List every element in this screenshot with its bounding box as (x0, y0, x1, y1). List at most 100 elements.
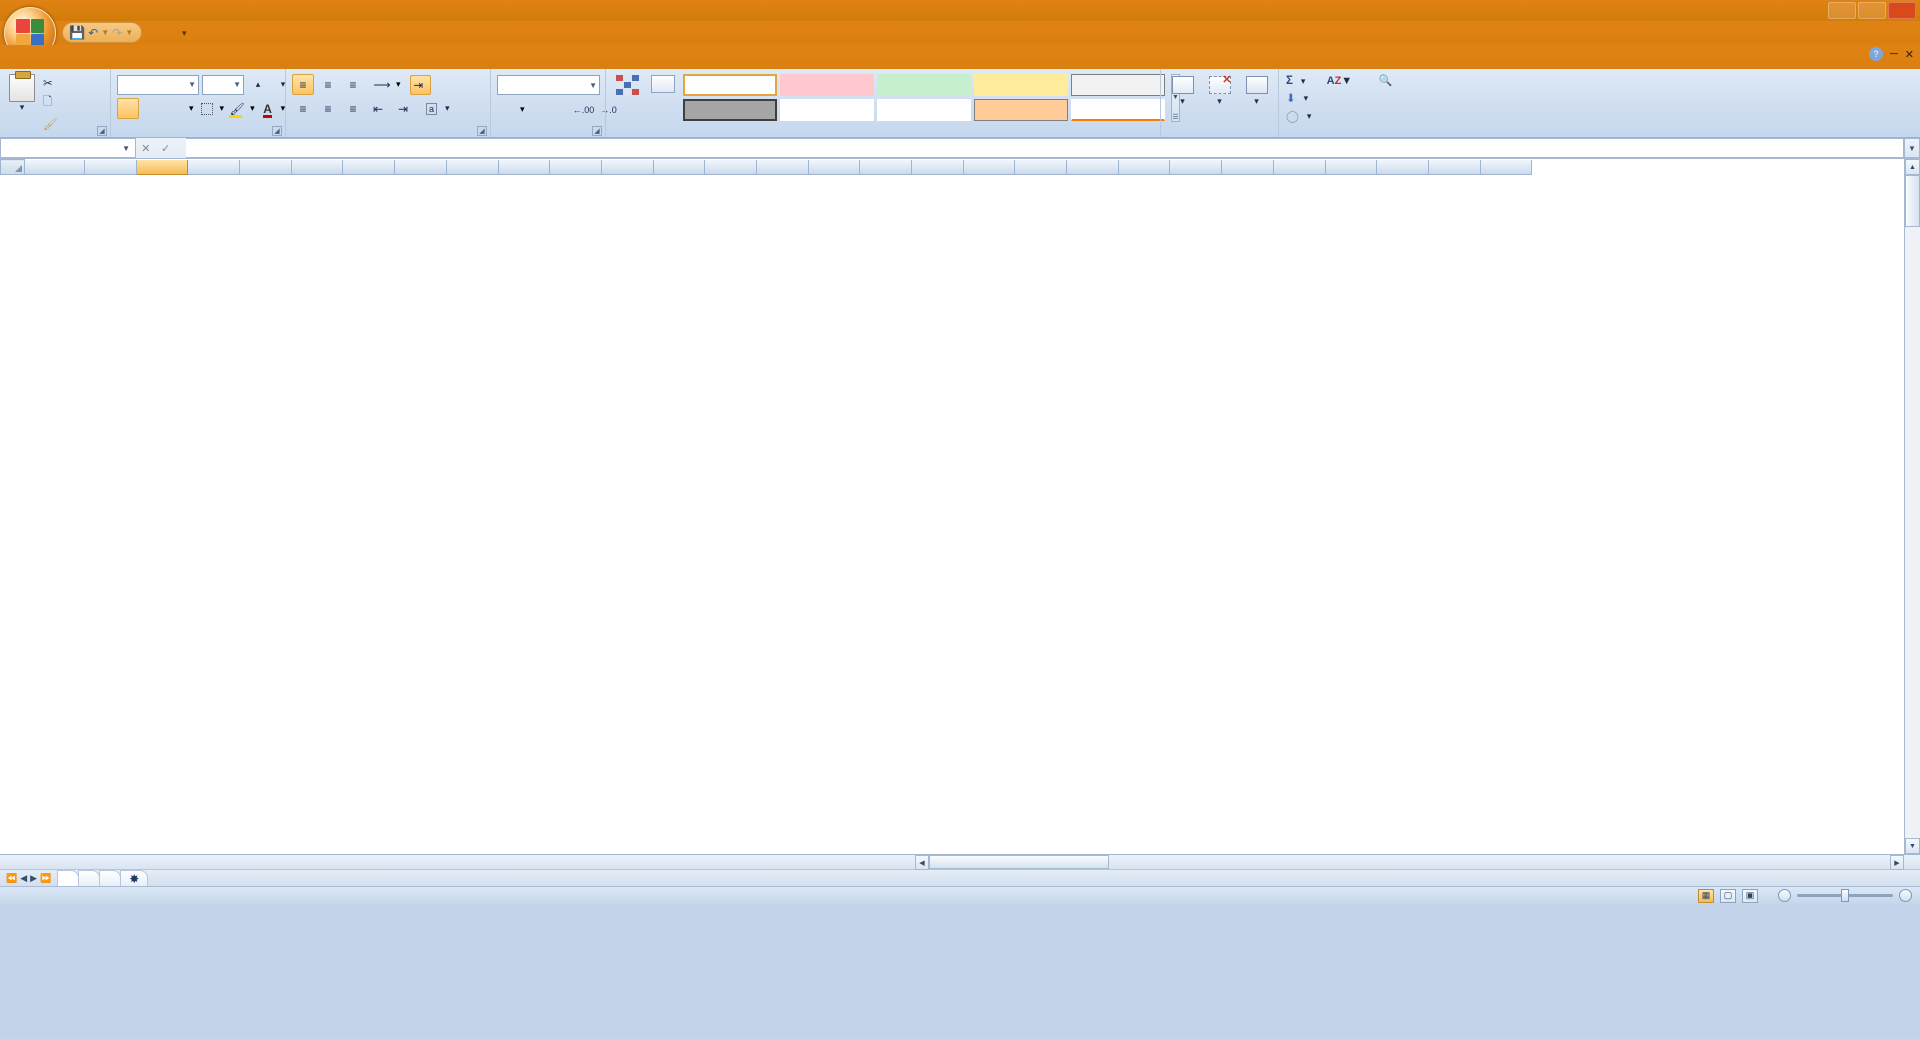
close-button[interactable] (1888, 2, 1916, 19)
column-header-h[interactable] (395, 160, 447, 175)
cell-style-normal[interactable] (683, 74, 777, 96)
orientation-dropdown-icon[interactable]: ▾ (396, 79, 401, 90)
formula-input[interactable] (186, 138, 1904, 158)
clear-dropdown-icon[interactable]: ▾ (1307, 111, 1312, 122)
save-icon[interactable]: 💾 (69, 25, 85, 41)
accounting-dropdown-icon[interactable]: ▾ (520, 104, 525, 115)
increase-indent-button[interactable]: ⇥ (392, 98, 414, 119)
column-header-q[interactable] (860, 160, 912, 175)
column-header-z[interactable] (1325, 160, 1377, 175)
font-name-combo[interactable]: ▼ (117, 75, 199, 95)
cell-style-calculation[interactable] (1071, 74, 1165, 96)
page-layout-view-icon[interactable]: ▢ (1720, 889, 1736, 903)
cell-style-hyperlink[interactable] (877, 99, 971, 121)
column-header-n[interactable] (705, 160, 757, 175)
number-format-combo[interactable]: ▼ (497, 75, 600, 95)
comma-style-button[interactable] (549, 99, 571, 120)
column-header-r[interactable] (912, 160, 964, 175)
sheet-tab-sheet2[interactable] (78, 870, 100, 886)
bold-button[interactable] (117, 98, 139, 119)
column-header-t[interactable] (1015, 160, 1067, 175)
horizontal-scroll-thumb[interactable] (929, 855, 1109, 869)
borders-button[interactable] (196, 98, 218, 119)
insert-cells-button[interactable]: ▾ (1165, 75, 1200, 107)
font-size-combo[interactable]: ▼ (202, 75, 244, 95)
paste-button[interactable]: ▾ (4, 73, 40, 113)
cell-style-neutral[interactable] (974, 74, 1068, 96)
last-sheet-icon[interactable]: ⏩ (40, 873, 51, 884)
accounting-format-button[interactable] (497, 99, 519, 120)
column-header-k[interactable] (550, 160, 602, 175)
format-as-table-button[interactable] (647, 74, 679, 96)
column-header-w[interactable] (1170, 160, 1222, 175)
increase-decimal-button[interactable]: ←.00 (572, 99, 596, 120)
scroll-down-icon[interactable]: ▼ (1905, 838, 1920, 854)
column-header-l[interactable] (601, 160, 653, 175)
align-top-button[interactable]: ≡ (292, 74, 314, 95)
column-header-g[interactable] (343, 160, 395, 175)
cell-style-good[interactable] (877, 74, 971, 96)
column-header-y[interactable] (1273, 160, 1325, 175)
conditional-formatting-button[interactable] (612, 74, 643, 97)
column-header-x[interactable] (1222, 160, 1274, 175)
italic-button[interactable] (141, 98, 163, 119)
column-header-c[interactable] (136, 160, 188, 175)
vertical-scrollbar[interactable]: ▲ ▼ (1904, 159, 1920, 854)
undo-icon[interactable]: ↶ (88, 26, 98, 40)
paste-dropdown-icon[interactable]: ▾ (20, 102, 25, 112)
merge-dropdown-icon[interactable]: ▾ (445, 103, 450, 114)
select-all-corner[interactable] (1, 160, 25, 175)
column-header-j[interactable] (498, 160, 550, 175)
name-box[interactable]: ▼ (0, 138, 136, 158)
chevron-down-icon[interactable]: ▼ (122, 144, 130, 153)
page-break-view-icon[interactable]: ▣ (1742, 889, 1758, 903)
copy-button[interactable]: 🗋 (40, 93, 65, 114)
insert-sheet-icon[interactable]: ✸ (120, 870, 148, 886)
prev-sheet-icon[interactable]: ◀ (20, 873, 27, 884)
format-dropdown-icon[interactable]: ▾ (1254, 96, 1259, 106)
insert-dropdown-icon[interactable]: ▾ (1180, 96, 1185, 106)
expand-formula-bar-icon[interactable]: ▼ (1904, 138, 1920, 158)
undo-dropdown-icon[interactable]: ▼ (101, 28, 109, 37)
normal-view-icon[interactable]: ▦ (1698, 889, 1714, 903)
cut-button[interactable]: ✂ (40, 75, 65, 91)
grow-font-button[interactable]: ▴ (247, 74, 269, 95)
percent-style-button[interactable] (526, 99, 548, 120)
orientation-button[interactable]: ⟶ (371, 74, 393, 95)
sheet-tab-sheet1[interactable] (57, 870, 79, 886)
scroll-up-icon[interactable]: ▲ (1905, 159, 1920, 175)
fill-color-dropdown-icon[interactable]: ▾ (250, 103, 255, 114)
zoom-slider[interactable] (1797, 894, 1893, 897)
decrease-indent-button[interactable]: ⇤ (367, 98, 389, 119)
autosum-dropdown-icon[interactable]: ▾ (1301, 76, 1306, 87)
zoom-slider-thumb[interactable] (1841, 889, 1849, 902)
column-header-o[interactable] (756, 160, 808, 175)
format-painter-button[interactable]: 🖌 (40, 116, 65, 132)
align-left-button[interactable]: ≡ (292, 98, 314, 119)
fill-button[interactable]: ⬇ ▾ (1283, 90, 1314, 106)
autosum-button[interactable]: Σ ▾ (1283, 74, 1314, 88)
font-dialog-launcher[interactable]: ◢ (272, 126, 282, 136)
delete-cells-button[interactable]: ✕ ▾ (1202, 75, 1237, 107)
column-header-p[interactable] (808, 160, 860, 175)
help-icon[interactable]: ? (1869, 47, 1883, 61)
column-header-f[interactable] (291, 160, 343, 175)
column-header-aa[interactable] (1377, 160, 1429, 175)
font-color-button[interactable]: A (257, 98, 279, 119)
maximize-button[interactable] (1858, 2, 1886, 19)
sort-filter-button[interactable]: AZ▼ (1318, 74, 1360, 89)
column-header-i[interactable] (446, 160, 498, 175)
cell-style-linked-cell[interactable] (1071, 99, 1165, 121)
hscroll-right-icon[interactable]: ▶ (1890, 855, 1904, 870)
underline-dropdown-icon[interactable]: ▾ (189, 103, 194, 114)
clipboard-dialog-launcher[interactable]: ◢ (97, 126, 107, 136)
merge-center-button[interactable]: a ▾ (423, 102, 453, 116)
hscroll-left-icon[interactable]: ◀ (915, 855, 929, 870)
minimize-button[interactable] (1828, 2, 1856, 19)
number-dialog-launcher[interactable]: ◢ (592, 126, 602, 136)
column-header-u[interactable] (1067, 160, 1119, 175)
fill-dropdown-icon[interactable]: ▾ (1304, 93, 1309, 104)
redo-icon[interactable]: ↷ (112, 26, 122, 40)
next-sheet-icon[interactable]: ▶ (30, 873, 37, 884)
column-header-d[interactable] (188, 160, 240, 175)
